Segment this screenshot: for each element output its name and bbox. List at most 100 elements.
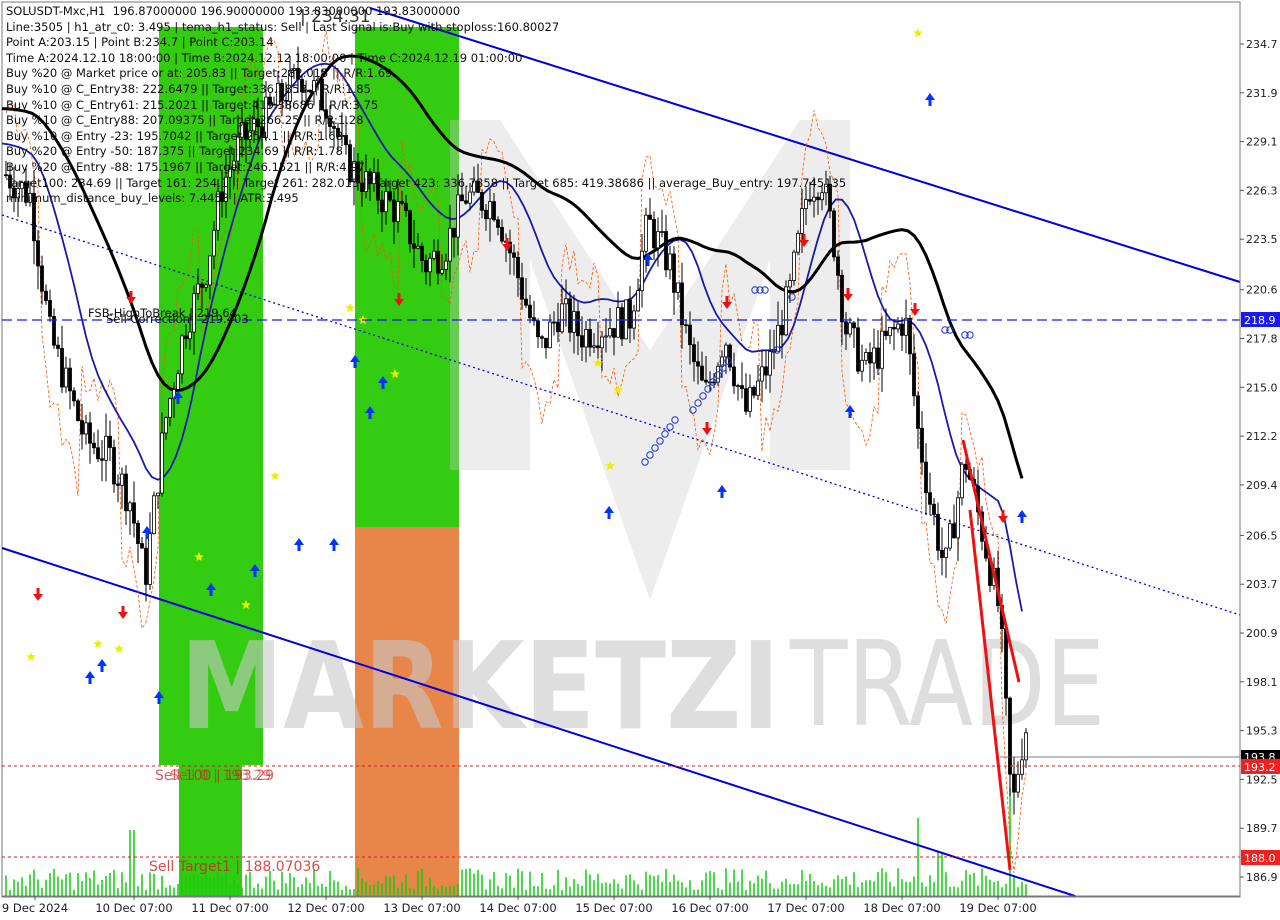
candle-body: [592, 345, 596, 348]
candle-body: [452, 227, 456, 238]
candle-body: [636, 290, 640, 312]
price-tick-label: 195.3: [1246, 725, 1278, 738]
candle-body: [916, 395, 920, 429]
price-tick-label: 206.5: [1246, 529, 1278, 542]
candle-body: [416, 245, 420, 249]
candle-body: [624, 299, 628, 340]
candle-body: [76, 400, 80, 421]
candle-body: [884, 330, 888, 337]
candle-body: [840, 274, 844, 323]
candle-body: [1004, 628, 1008, 699]
candle-body: [684, 324, 688, 327]
candle-body: [628, 299, 632, 329]
candle-body: [88, 422, 92, 444]
price-tick-label: 223.5: [1246, 233, 1278, 246]
candle-body: [704, 379, 708, 383]
candle-body: [688, 324, 692, 346]
candle-body: [420, 245, 424, 261]
candle-body: [132, 502, 136, 524]
candle-body: [952, 523, 956, 539]
candle-body: [528, 304, 532, 319]
candle-body: [432, 250, 436, 259]
info-line: Buy %20 @ Market price or at: 205.83 || …: [6, 66, 393, 81]
candle-body: [648, 214, 652, 220]
candle-body: [780, 324, 784, 336]
candle-body: [740, 385, 744, 390]
candle-body: [608, 328, 612, 337]
candle-body: [832, 210, 836, 258]
candle-body: [732, 366, 736, 387]
candle-body: [892, 327, 896, 330]
candle-body: [696, 361, 700, 367]
price-tick-label: 234.7: [1246, 38, 1278, 51]
candle-body: [112, 447, 116, 485]
candle-body: [40, 265, 44, 292]
candle-body: [920, 427, 924, 463]
price-tag-fsb: 218.9: [1241, 312, 1280, 327]
info-line: Buy %10 @ C_Entry88: 207.09375 || Target…: [6, 113, 364, 128]
candle-body: [84, 422, 88, 435]
candle-body: [496, 219, 500, 228]
candle-body: [588, 329, 592, 348]
candle-body: [196, 283, 200, 295]
candle-body: [116, 483, 120, 486]
indicator-info-panel: SOLUSDT-Mxc,H1 196.87000000 196.90000000…: [6, 4, 846, 207]
candle-body: [208, 255, 212, 286]
info-line: Buy %20 @ Entry -50: 187.375 || Target:2…: [6, 144, 343, 159]
candle-body: [524, 298, 528, 306]
candle-body: [908, 317, 912, 355]
candle-body: [644, 214, 648, 252]
candle-body: [552, 321, 556, 324]
candle-body: [752, 386, 756, 396]
candle-body: [692, 344, 696, 363]
candle-body: [580, 335, 584, 348]
candle-body: [440, 269, 444, 274]
candle-body: [200, 283, 204, 288]
time-tick-label: 10 Dec 07:00: [95, 901, 172, 915]
candle-body: [556, 321, 560, 333]
time-tick-label: 13 Dec 07:00: [383, 901, 460, 915]
info-line: Buy %10 @ Entry -23: 195.7042 || Target:…: [6, 128, 343, 143]
candle-body: [80, 420, 84, 435]
candle-body: [44, 290, 48, 301]
candle-body: [760, 366, 764, 382]
candle-body: [576, 311, 580, 337]
candle-body: [96, 447, 100, 460]
candle-body: [784, 286, 788, 336]
candle-body: [180, 335, 184, 375]
price-tag-fsb-text: 218.9: [1244, 314, 1276, 327]
candle-body: [156, 492, 160, 497]
candle-body: [600, 336, 604, 349]
time-tick-label: 15 Dec 07:00: [575, 901, 652, 915]
candle-body: [936, 514, 940, 551]
price-tick-label: 212.2: [1246, 430, 1278, 443]
candle-body: [712, 381, 716, 384]
info-line: minimum_distance_buy_levels: 7.4458 | AT…: [6, 191, 299, 206]
candle-body: [856, 327, 860, 372]
candle-body: [436, 250, 440, 274]
candle-body: [540, 336, 544, 339]
price-tick-label: 217.8: [1246, 333, 1278, 346]
price-tick-label: 231.9: [1246, 87, 1278, 100]
candle-body: [848, 322, 852, 335]
candle-body: [36, 240, 40, 267]
candle-body: [108, 435, 112, 448]
price-tag-sell-stop: 193.2: [1241, 759, 1280, 774]
candle-body: [164, 417, 168, 434]
price-tick-label: 186.9: [1246, 871, 1278, 884]
candle-body: [516, 256, 520, 279]
candle-body: [564, 298, 568, 305]
info-line: Target100: 234.69 || Target 161: 254.1 |…: [6, 175, 847, 190]
candle-body: [72, 390, 76, 402]
candle-body: [912, 353, 916, 397]
price-tag-sell-stop-text: 193.2: [1244, 761, 1276, 774]
candle-body: [860, 359, 864, 372]
candle-body: [144, 547, 148, 585]
candle-body: [640, 250, 644, 292]
buy-zone: [179, 765, 242, 896]
candle-body: [788, 280, 792, 288]
watermark-text-left: MARKETZI: [180, 618, 780, 757]
candle-body: [520, 277, 524, 300]
candle-body: [960, 463, 964, 499]
chart-area: MARKETZI TRADE 234.7 231.9 229.1 226.3 223.5…: [0, 0, 1280, 920]
